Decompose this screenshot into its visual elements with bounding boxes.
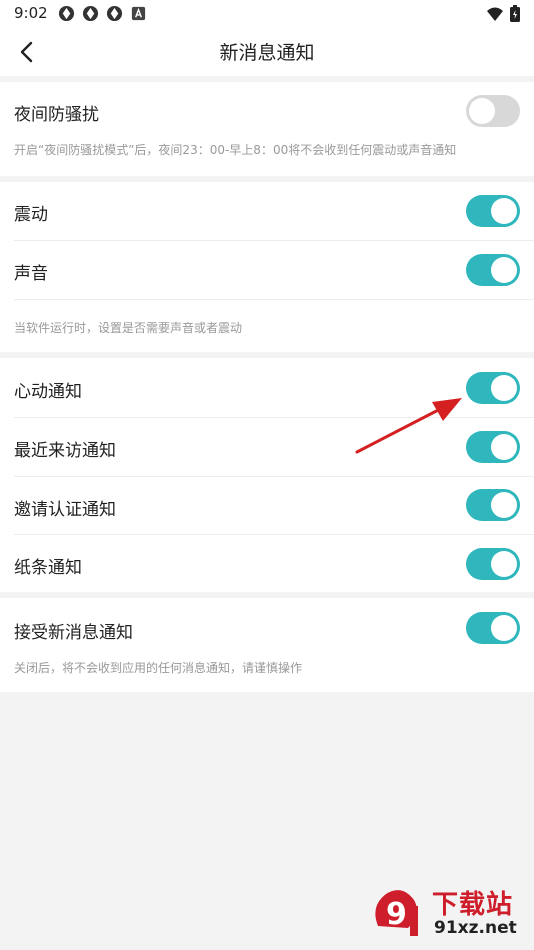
toggle-knob	[491, 434, 517, 460]
toggle-knob	[491, 492, 517, 518]
setting-label-receive: 接受新消息通知	[14, 623, 133, 643]
setting-label-night-mode: 夜间防骚扰	[14, 105, 99, 125]
setting-row-vibrate: 震动	[0, 182, 534, 240]
status-system-icons	[486, 5, 520, 22]
app-bar: 新消息通知	[0, 28, 534, 76]
watermark: 9 下载站 91xz.net	[368, 884, 528, 946]
toggle-knob	[469, 98, 495, 124]
setting-label-invite: 邀请认证通知	[14, 500, 116, 520]
toggle-vibrate[interactable]	[466, 195, 520, 227]
battery-icon	[510, 5, 520, 22]
hint-receive: 关闭后，将不会收到应用的任何消息通知，请谨慎操作	[14, 661, 303, 675]
toggle-heart[interactable]	[466, 372, 520, 404]
watermark-brand: 下载站	[432, 890, 514, 920]
toggle-invite[interactable]	[466, 489, 520, 521]
toggle-visitors[interactable]	[466, 431, 520, 463]
status-notification-icons	[58, 5, 147, 22]
toggle-sound[interactable]	[466, 254, 520, 286]
section-notification-types: 心动通知 最近来访通知 邀请认证通知 纸条通知	[0, 358, 534, 592]
toggle-knob	[491, 375, 517, 401]
setting-label-heart: 心动通知	[14, 382, 82, 402]
setting-row-night-mode: 夜间防骚扰	[0, 82, 534, 140]
app-icon	[106, 5, 123, 22]
app-icon	[82, 5, 99, 22]
setting-row-invite: 邀请认证通知	[0, 476, 534, 534]
svg-text:9: 9	[386, 897, 407, 932]
setting-label-visitors: 最近来访通知	[14, 441, 116, 461]
setting-row-heart: 心动通知	[0, 358, 534, 417]
hint-night-mode: 开启“夜间防骚扰模式”后，夜间23：00-早上8：00将不会收到任何震动或声音通…	[14, 143, 457, 157]
setting-label-sound: 声音	[14, 264, 48, 284]
wifi-icon	[487, 7, 503, 21]
setting-label-vibrate: 震动	[14, 205, 48, 225]
status-time: 9:02	[14, 4, 48, 22]
setting-row-notes: 纸条通知	[0, 534, 534, 592]
toggle-receive[interactable]	[466, 612, 520, 644]
setting-label-notes: 纸条通知	[14, 558, 82, 578]
section-receive-notifications: 接受新消息通知 关闭后，将不会收到应用的任何消息通知，请谨慎操作	[0, 598, 534, 692]
setting-row-sound: 声音	[0, 241, 534, 299]
toggle-knob	[491, 198, 517, 224]
section-night-mode: 夜间防骚扰 开启“夜间防骚扰模式”后，夜间23：00-早上8：00将不会收到任何…	[0, 82, 534, 176]
watermark-logo: 9	[375, 890, 418, 936]
toggle-notes[interactable]	[466, 548, 520, 580]
hint-alert-style: 当软件运行时，设置是否需要声音或者震动	[14, 321, 243, 335]
watermark-url: 91xz.net	[434, 918, 517, 938]
section-alert-style: 震动 声音 当软件运行时，设置是否需要声音或者震动	[0, 182, 534, 352]
status-bar: 9:02	[0, 0, 534, 28]
toggle-knob	[491, 615, 517, 641]
divider	[14, 299, 534, 300]
a-letter-icon	[131, 6, 146, 21]
toggle-knob	[491, 551, 517, 577]
toggle-knob	[491, 257, 517, 283]
setting-row-visitors: 最近来访通知	[0, 417, 534, 476]
page-title: 新消息通知	[219, 42, 315, 64]
toggle-night-mode[interactable]	[466, 95, 520, 127]
setting-row-receive: 接受新消息通知	[0, 598, 534, 656]
app-icon	[58, 5, 75, 22]
